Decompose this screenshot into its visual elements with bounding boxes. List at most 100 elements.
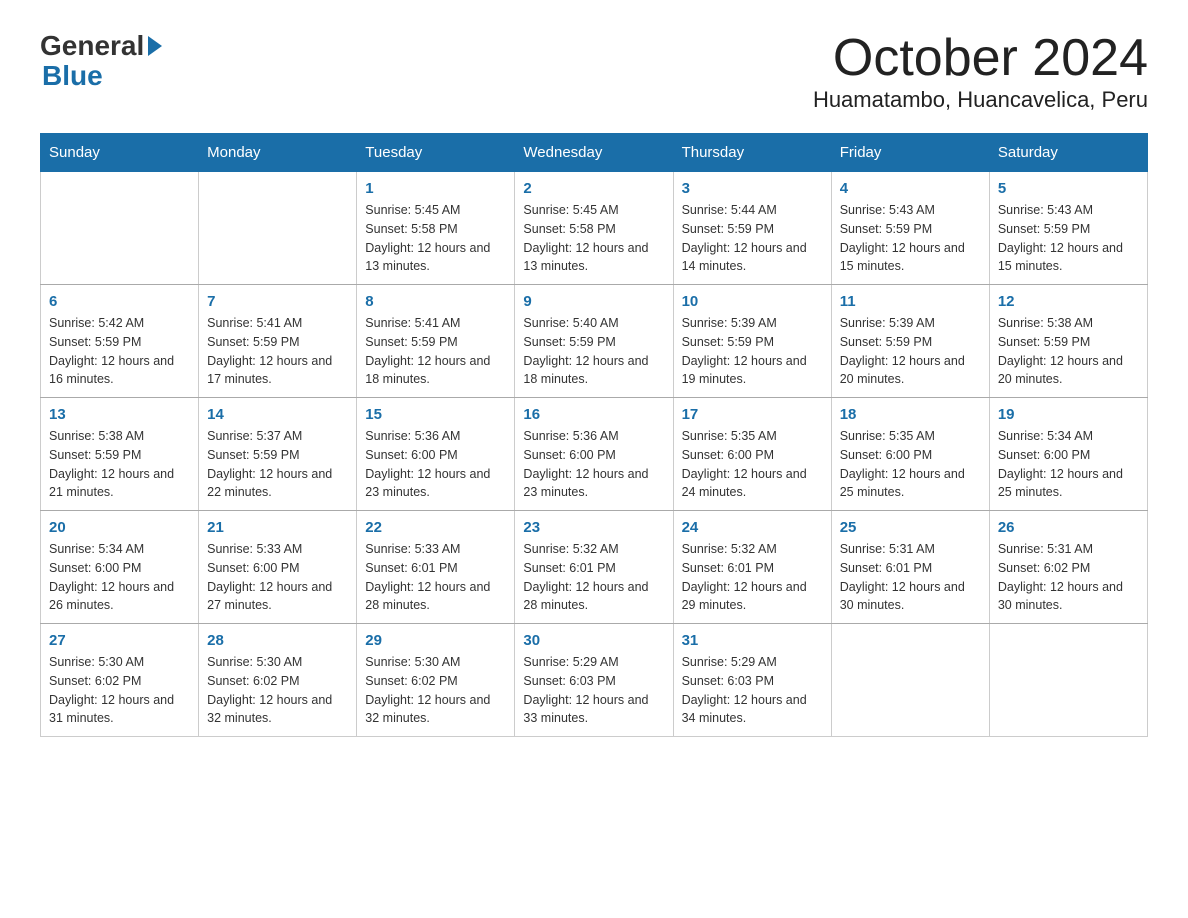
calendar-cell: 26 Sunrise: 5:31 AMSunset: 6:02 PMDayligh…: [989, 511, 1147, 624]
calendar-cell: [41, 172, 199, 285]
day-info: Sunrise: 5:31 AMSunset: 6:02 PMDaylight:…: [998, 540, 1139, 615]
day-number: 2: [523, 180, 664, 197]
calendar-cell: 13 Sunrise: 5:38 AMSunset: 5:59 PMDayligh…: [41, 398, 199, 511]
day-number: 1: [365, 180, 506, 197]
logo: General Blue: [40, 30, 162, 92]
day-info: Sunrise: 5:42 AMSunset: 5:59 PMDaylight:…: [49, 314, 190, 389]
calendar-cell: 16 Sunrise: 5:36 AMSunset: 6:00 PMDayligh…: [515, 398, 673, 511]
day-info: Sunrise: 5:34 AMSunset: 6:00 PMDaylight:…: [998, 427, 1139, 502]
day-info: Sunrise: 5:43 AMSunset: 5:59 PMDaylight:…: [998, 201, 1139, 276]
day-info: Sunrise: 5:33 AMSunset: 6:00 PMDaylight:…: [207, 540, 348, 615]
day-of-week-header: Sunday: [41, 134, 199, 172]
day-of-week-header: Thursday: [673, 134, 831, 172]
day-number: 7: [207, 293, 348, 310]
day-info: Sunrise: 5:45 AMSunset: 5:58 PMDaylight:…: [365, 201, 506, 276]
day-info: Sunrise: 5:39 AMSunset: 5:59 PMDaylight:…: [840, 314, 981, 389]
day-number: 31: [682, 632, 823, 649]
day-number: 14: [207, 406, 348, 423]
logo-arrow-icon: [148, 36, 162, 56]
day-info: Sunrise: 5:36 AMSunset: 6:00 PMDaylight:…: [365, 427, 506, 502]
day-number: 13: [49, 406, 190, 423]
calendar-table: SundayMondayTuesdayWednesdayThursdayFrid…: [40, 133, 1148, 737]
day-info: Sunrise: 5:30 AMSunset: 6:02 PMDaylight:…: [207, 653, 348, 728]
calendar-cell: 3 Sunrise: 5:44 AMSunset: 5:59 PMDaylight…: [673, 172, 831, 285]
logo-blue-text: Blue: [42, 60, 103, 92]
calendar-cell: 27Sunrise: 5:30 AMSunset: 6:02 PMDayligh…: [41, 624, 199, 737]
day-number: 11: [840, 293, 981, 310]
day-number: 24: [682, 519, 823, 536]
day-info: Sunrise: 5:45 AMSunset: 5:58 PMDaylight:…: [523, 201, 664, 276]
calendar-cell: 12 Sunrise: 5:38 AMSunset: 5:59 PMDayligh…: [989, 285, 1147, 398]
calendar-cell: 21 Sunrise: 5:33 AMSunset: 6:00 PMDayligh…: [199, 511, 357, 624]
title-section: October 2024 Huamatambo, Huancavelica, P…: [813, 30, 1148, 113]
day-number: 18: [840, 406, 981, 423]
day-info: Sunrise: 5:44 AMSunset: 5:59 PMDaylight:…: [682, 201, 823, 276]
day-number: 9: [523, 293, 664, 310]
calendar-cell: 7Sunrise: 5:41 AMSunset: 5:59 PMDaylight…: [199, 285, 357, 398]
day-number: 12: [998, 293, 1139, 310]
day-of-week-header: Tuesday: [357, 134, 515, 172]
calendar-cell: 2 Sunrise: 5:45 AMSunset: 5:58 PMDaylight…: [515, 172, 673, 285]
day-info: Sunrise: 5:34 AMSunset: 6:00 PMDaylight:…: [49, 540, 190, 615]
calendar-cell: 8 Sunrise: 5:41 AMSunset: 5:59 PMDaylight…: [357, 285, 515, 398]
day-info: Sunrise: 5:30 AMSunset: 6:02 PMDaylight:…: [49, 653, 190, 728]
day-number: 10: [682, 293, 823, 310]
calendar-cell: 25Sunrise: 5:31 AMSunset: 6:01 PMDayligh…: [831, 511, 989, 624]
calendar-week-row: 6 Sunrise: 5:42 AMSunset: 5:59 PMDaylight…: [41, 285, 1148, 398]
calendar-cell: 28 Sunrise: 5:30 AMSunset: 6:02 PMDayligh…: [199, 624, 357, 737]
day-number: 23: [523, 519, 664, 536]
day-info: Sunrise: 5:38 AMSunset: 5:59 PMDaylight:…: [998, 314, 1139, 389]
day-info: Sunrise: 5:35 AMSunset: 6:00 PMDaylight:…: [682, 427, 823, 502]
day-info: Sunrise: 5:37 AMSunset: 5:59 PMDaylight:…: [207, 427, 348, 502]
calendar-cell: 29Sunrise: 5:30 AMSunset: 6:02 PMDayligh…: [357, 624, 515, 737]
day-number: 21: [207, 519, 348, 536]
calendar-cell: 31Sunrise: 5:29 AMSunset: 6:03 PMDayligh…: [673, 624, 831, 737]
calendar-cell: [831, 624, 989, 737]
day-info: Sunrise: 5:33 AMSunset: 6:01 PMDaylight:…: [365, 540, 506, 615]
calendar-cell: [989, 624, 1147, 737]
day-number: 29: [365, 632, 506, 649]
day-number: 3: [682, 180, 823, 197]
calendar-week-row: 1 Sunrise: 5:45 AMSunset: 5:58 PMDaylight…: [41, 172, 1148, 285]
day-number: 20: [49, 519, 190, 536]
day-number: 4: [840, 180, 981, 197]
day-number: 16: [523, 406, 664, 423]
day-number: 28: [207, 632, 348, 649]
day-number: 15: [365, 406, 506, 423]
day-of-week-header: Friday: [831, 134, 989, 172]
day-info: Sunrise: 5:32 AMSunset: 6:01 PMDaylight:…: [682, 540, 823, 615]
day-info: Sunrise: 5:41 AMSunset: 5:59 PMDaylight:…: [365, 314, 506, 389]
day-info: Sunrise: 5:35 AMSunset: 6:00 PMDaylight:…: [840, 427, 981, 502]
day-info: Sunrise: 5:39 AMSunset: 5:59 PMDaylight:…: [682, 314, 823, 389]
calendar-week-row: 27Sunrise: 5:30 AMSunset: 6:02 PMDayligh…: [41, 624, 1148, 737]
day-info: Sunrise: 5:43 AMSunset: 5:59 PMDaylight:…: [840, 201, 981, 276]
day-number: 6: [49, 293, 190, 310]
day-of-week-header: Monday: [199, 134, 357, 172]
day-info: Sunrise: 5:38 AMSunset: 5:59 PMDaylight:…: [49, 427, 190, 502]
calendar-cell: 15 Sunrise: 5:36 AMSunset: 6:00 PMDayligh…: [357, 398, 515, 511]
logo-general-text: General: [40, 30, 144, 62]
day-number: 5: [998, 180, 1139, 197]
day-of-week-header: Wednesday: [515, 134, 673, 172]
month-title: October 2024: [813, 30, 1148, 87]
calendar-cell: 14 Sunrise: 5:37 AMSunset: 5:59 PMDayligh…: [199, 398, 357, 511]
day-info: Sunrise: 5:40 AMSunset: 5:59 PMDaylight:…: [523, 314, 664, 389]
calendar-cell: 23Sunrise: 5:32 AMSunset: 6:01 PMDayligh…: [515, 511, 673, 624]
calendar-cell: 6 Sunrise: 5:42 AMSunset: 5:59 PMDaylight…: [41, 285, 199, 398]
calendar-cell: 17Sunrise: 5:35 AMSunset: 6:00 PMDayligh…: [673, 398, 831, 511]
day-number: 22: [365, 519, 506, 536]
day-number: 26: [998, 519, 1139, 536]
calendar-cell: 24 Sunrise: 5:32 AMSunset: 6:01 PMDayligh…: [673, 511, 831, 624]
calendar-cell: 5 Sunrise: 5:43 AMSunset: 5:59 PMDaylight…: [989, 172, 1147, 285]
calendar-cell: 10 Sunrise: 5:39 AMSunset: 5:59 PMDayligh…: [673, 285, 831, 398]
calendar-week-row: 13 Sunrise: 5:38 AMSunset: 5:59 PMDayligh…: [41, 398, 1148, 511]
day-info: Sunrise: 5:31 AMSunset: 6:01 PMDaylight:…: [840, 540, 981, 615]
calendar-cell: 11 Sunrise: 5:39 AMSunset: 5:59 PMDayligh…: [831, 285, 989, 398]
day-number: 8: [365, 293, 506, 310]
day-info: Sunrise: 5:36 AMSunset: 6:00 PMDaylight:…: [523, 427, 664, 502]
calendar-cell: 30Sunrise: 5:29 AMSunset: 6:03 PMDayligh…: [515, 624, 673, 737]
calendar-cell: 4 Sunrise: 5:43 AMSunset: 5:59 PMDaylight…: [831, 172, 989, 285]
day-of-week-header: Saturday: [989, 134, 1147, 172]
calendar-cell: 1 Sunrise: 5:45 AMSunset: 5:58 PMDaylight…: [357, 172, 515, 285]
day-info: Sunrise: 5:29 AMSunset: 6:03 PMDaylight:…: [523, 653, 664, 728]
